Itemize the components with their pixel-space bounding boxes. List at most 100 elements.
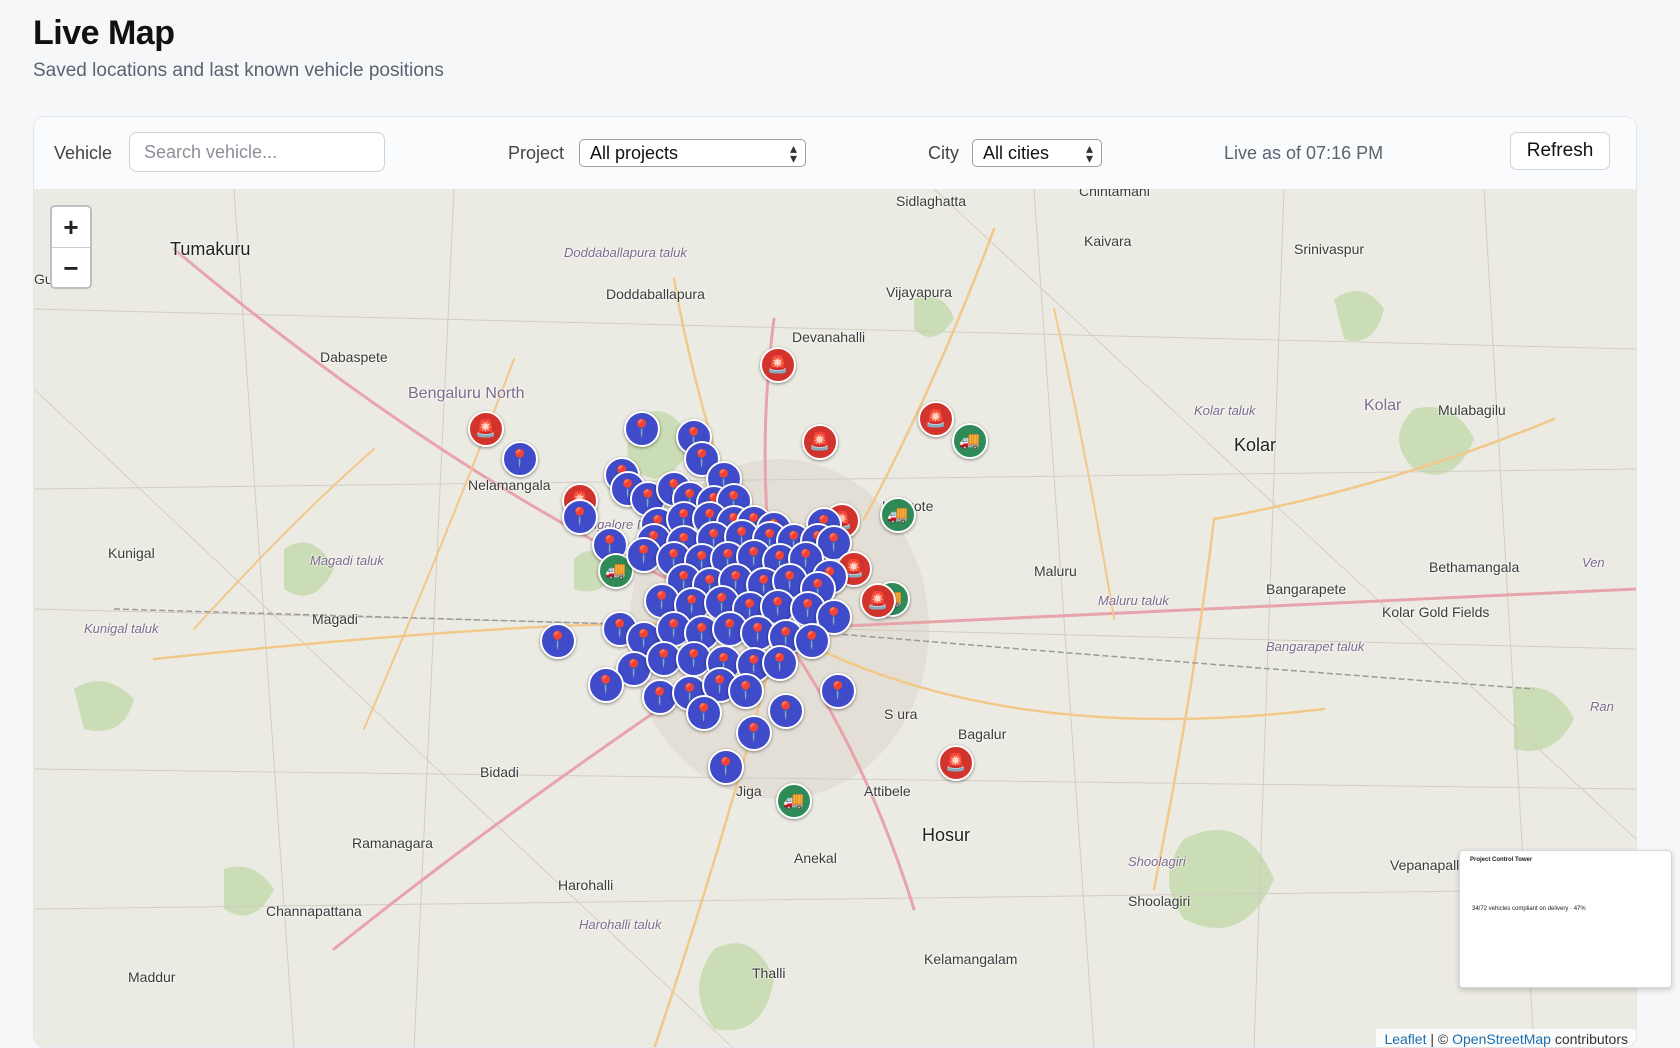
map-pin-icon: 📍 xyxy=(693,703,715,722)
map-label-maluru-taluk: Maluru taluk xyxy=(1098,593,1169,608)
location-marker[interactable]: 📍 xyxy=(562,499,598,535)
truck-icon: 🚚 xyxy=(959,431,981,450)
map-label-magadi: Magadi xyxy=(312,611,358,627)
osm-link[interactable]: OpenStreetMap xyxy=(1452,1031,1551,1047)
alert-marker[interactable]: 🚨 xyxy=(938,745,974,781)
map-label-anekal: Anekal xyxy=(794,850,837,866)
location-marker[interactable]: 📍 xyxy=(762,645,798,681)
alert-marker[interactable]: 🚨 xyxy=(468,411,504,447)
map-label-bangarapet-taluk: Bangarapet taluk xyxy=(1266,639,1365,654)
map-label-vijayapura: Vijayapura xyxy=(886,284,952,300)
map-label-dabaspete: Dabaspete xyxy=(320,349,388,365)
map-label-thalli: Thalli xyxy=(752,965,786,981)
page-subtitle: Saved locations and last known vehicle p… xyxy=(33,60,444,81)
filter-toolbar: Vehicle Project All projects ▴▾ City All… xyxy=(34,117,1636,190)
city-select[interactable]: All cities ▴ ▾ xyxy=(972,139,1102,167)
map-label-kolar-taluk: Kolar taluk xyxy=(1194,403,1256,418)
map-label-srinivaspur: Srinivaspur xyxy=(1294,241,1365,257)
map-label-shoolagiri: Shoolagiri xyxy=(1128,893,1191,909)
map-pin-icon: 📍 xyxy=(509,449,531,468)
map-pin-icon: 📍 xyxy=(649,687,671,706)
map-pin-icon: 📍 xyxy=(775,701,797,720)
map-label-attibele: Attibele xyxy=(864,783,911,799)
map-label-kunigal: Kunigal xyxy=(108,545,155,561)
city-select-value: All cities xyxy=(983,143,1050,163)
map-label-kolar: Kolar xyxy=(1234,435,1277,455)
alert-marker[interactable]: 🚨 xyxy=(802,424,838,460)
map-pin-icon: 📍 xyxy=(631,419,653,438)
chevron-updown-icon: ▴ ▾ xyxy=(1085,140,1093,166)
map-label-tumakuru: Tumakuru xyxy=(170,239,251,259)
map-label-nelamangala: Nelamangala xyxy=(468,477,551,493)
map-label-shoolagiri-region: Shoolagiri xyxy=(1128,854,1186,869)
vehicle-marker[interactable]: 🚚 xyxy=(776,783,812,819)
map-label-kelamangalam: Kelamangalam xyxy=(924,951,1018,967)
map-label-kolar-region: Kolar xyxy=(1364,397,1402,414)
map-pin-icon: 📍 xyxy=(595,675,617,694)
location-marker[interactable]: 📍 xyxy=(820,673,856,709)
map-pin-icon: 📍 xyxy=(801,631,823,650)
map-label-bethamangala: Bethamangala xyxy=(1429,559,1520,575)
truck-icon: 🚚 xyxy=(783,791,805,810)
city-label: City xyxy=(928,143,959,163)
map-label-doddaballapura-taluk: Doddaballapura taluk xyxy=(564,245,687,260)
zoom-in-button[interactable]: + xyxy=(52,207,90,248)
map-pin-icon: 📍 xyxy=(735,681,757,700)
alert-siren-icon: 🚨 xyxy=(945,753,967,772)
thumbnail-title: Project Control Tower xyxy=(1470,857,1533,863)
map-label-bagalur: Bagalur xyxy=(958,726,1007,742)
location-marker[interactable]: 📍 xyxy=(736,715,772,751)
vehicle-label: Vehicle xyxy=(54,143,113,163)
map-label-sarjapura: S ura xyxy=(884,706,918,722)
location-marker[interactable]: 📍 xyxy=(686,695,722,731)
map-pin-icon: 📍 xyxy=(715,757,737,776)
map-label-ran: Ran xyxy=(1590,699,1614,714)
map-panel: Vehicle Project All projects ▴▾ City All… xyxy=(33,116,1637,1048)
location-marker[interactable]: 📍 xyxy=(794,623,830,659)
location-marker[interactable]: 📍 xyxy=(540,623,576,659)
page-title: Live Map xyxy=(33,14,175,52)
map-label-doddaballapura: Doddaballapura xyxy=(606,286,705,302)
refresh-button[interactable]: Refresh xyxy=(1510,132,1610,170)
location-marker[interactable]: 📍 xyxy=(768,693,804,729)
attribution-tail: contributors xyxy=(1550,1031,1628,1047)
map-pin-icon: 📍 xyxy=(769,653,791,672)
location-marker[interactable]: 📍 xyxy=(624,411,660,447)
alert-marker[interactable]: 🚨 xyxy=(760,347,796,383)
truck-icon: 🚚 xyxy=(887,505,909,524)
map-label-maddur: Maddur xyxy=(128,969,176,985)
screenshot-thumbnail[interactable]: Project Control Tower 34/72 vehicles com… xyxy=(1459,850,1672,988)
alert-marker[interactable]: 🚨 xyxy=(860,583,896,619)
vehicle-marker[interactable]: 🚚 xyxy=(880,497,916,533)
location-marker[interactable]: 📍 xyxy=(728,673,764,709)
map-label-channapattana: Channapattana xyxy=(266,903,362,919)
map-label-bengaluru-north: Bengaluru North xyxy=(408,385,525,402)
map-pin-icon: 📍 xyxy=(569,507,591,526)
map-label-venkat: Ven xyxy=(1582,555,1605,570)
vehicle-marker[interactable]: 🚚 xyxy=(952,423,988,459)
map-label-mulabagilu: Mulabagilu xyxy=(1438,402,1506,418)
leaflet-link[interactable]: Leaflet xyxy=(1384,1031,1426,1047)
location-marker[interactable]: 📍 xyxy=(502,441,538,477)
thumbnail-line: 34/72 vehicles compliant on delivery · 4… xyxy=(1472,906,1586,912)
map-label-vepanapalli: Vepanapalli xyxy=(1390,857,1463,873)
zoom-out-button[interactable]: − xyxy=(52,248,90,288)
map-label-kaivara: Kaivara xyxy=(1084,233,1132,249)
map-label-maluru: Maluru xyxy=(1034,563,1077,579)
map-pin-icon: 📍 xyxy=(827,681,849,700)
alert-siren-icon: 🚨 xyxy=(767,355,789,374)
map-label-bangarapete: Bangarapete xyxy=(1266,581,1347,597)
map-label-sidlaghatta: Sidlaghatta xyxy=(896,193,967,209)
project-select-value: All projects xyxy=(590,143,679,163)
location-marker[interactable]: 📍 xyxy=(588,667,624,703)
map-canvas[interactable]: Tumakuru Gub Sidlaghatta Chintamani Kaiv… xyxy=(34,189,1636,1047)
project-select[interactable]: All projects ▴ ▾ xyxy=(579,139,806,167)
map-label-kolar-gold-fields: Kolar Gold Fields xyxy=(1382,604,1490,620)
alert-marker[interactable]: 🚨 xyxy=(918,401,954,437)
map-label-chintamani: Chintamani xyxy=(1079,189,1150,199)
alert-siren-icon: 🚨 xyxy=(809,432,831,451)
map-label-ramanagara: Ramanagara xyxy=(352,835,433,851)
vehicle-search-input[interactable] xyxy=(129,132,385,172)
location-marker[interactable]: 📍 xyxy=(708,749,744,785)
map-label-jigani: Jiga xyxy=(736,783,762,799)
